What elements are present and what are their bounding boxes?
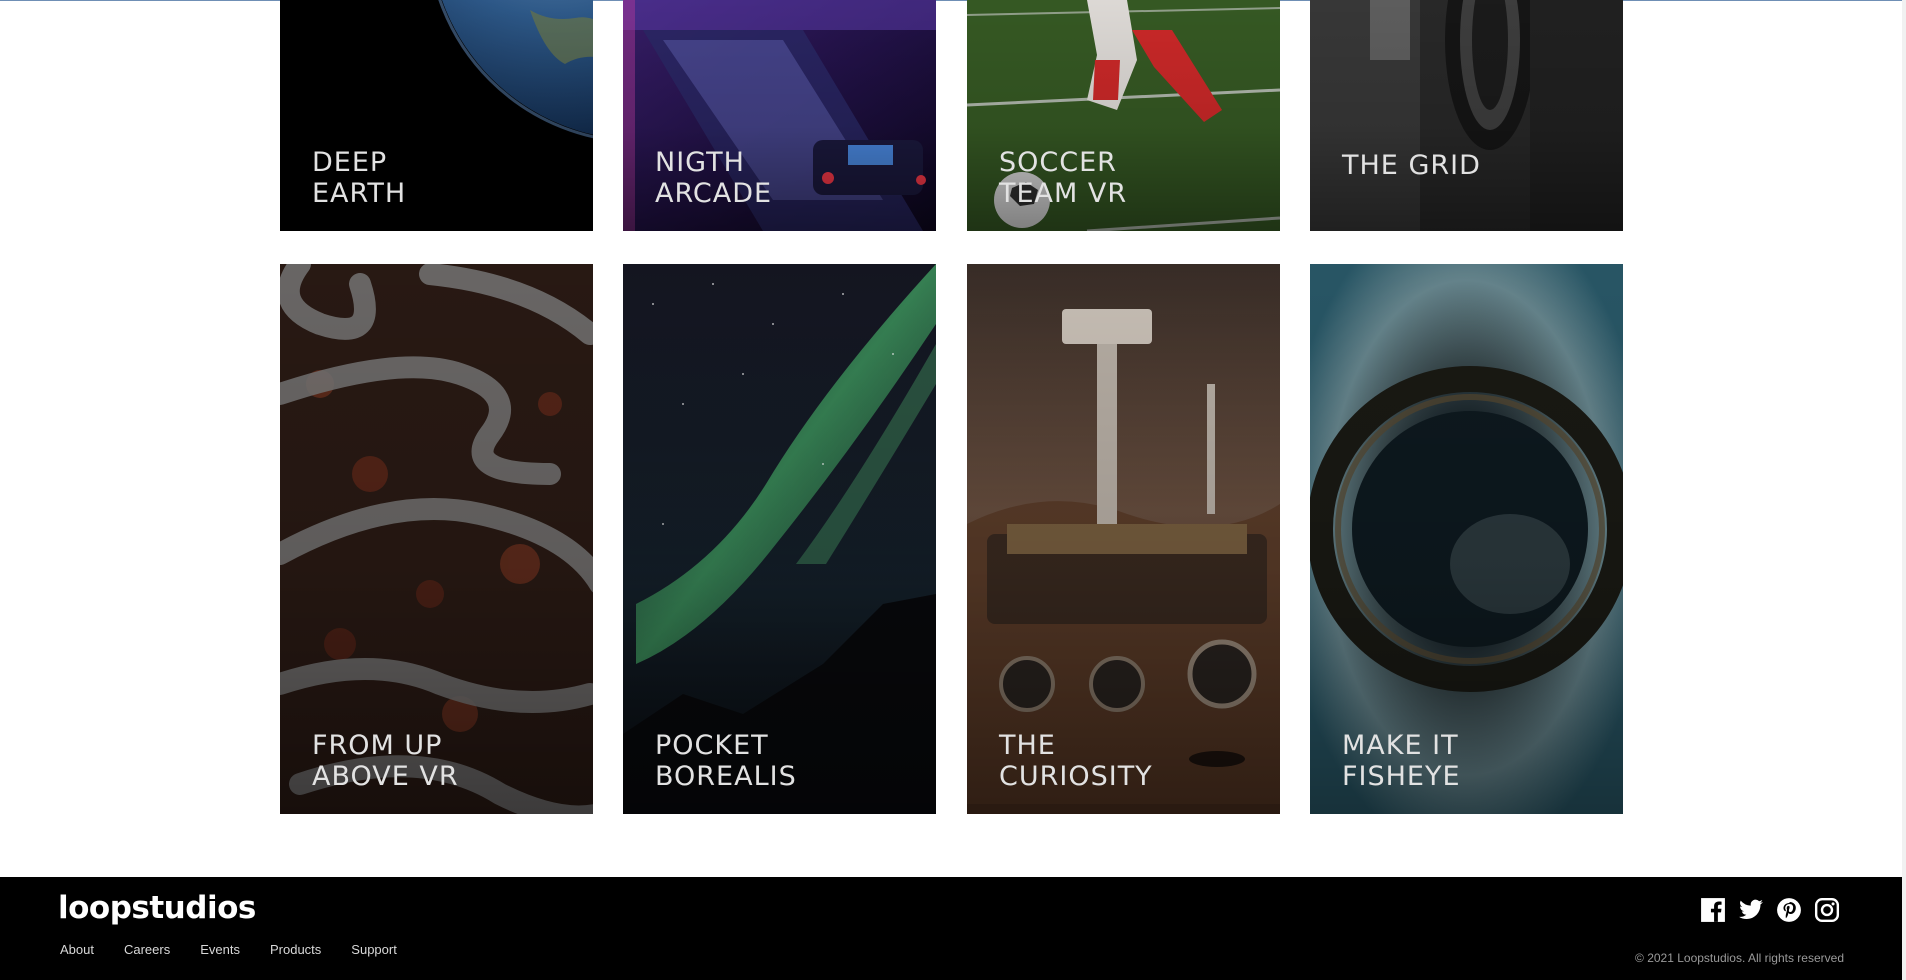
card-title-line: SOCCER xyxy=(999,147,1117,178)
card-title: THE GRID xyxy=(1342,150,1481,181)
creation-card-pocket-borealis[interactable]: POCKET BOREALIS xyxy=(623,264,936,814)
page: DEEP EARTH NIGTH ARCADE SOCCER TEAM VR T… xyxy=(0,0,1906,980)
creation-card-the-grid[interactable]: THE GRID xyxy=(1310,0,1623,231)
creation-card-the-curiosity[interactable]: THE CURIOSITY xyxy=(967,264,1280,814)
facebook-icon[interactable] xyxy=(1700,897,1726,923)
creation-card-nigth-arcade[interactable]: NIGTH ARCADE xyxy=(623,0,936,231)
pinterest-icon[interactable] xyxy=(1776,897,1802,923)
card-title: THE CURIOSITY xyxy=(999,730,1153,792)
social-links xyxy=(1700,897,1852,923)
card-title-line: FISHEYE xyxy=(1342,761,1461,792)
card-title-line: NIGTH xyxy=(655,147,745,178)
card-title: MAKE IT FISHEYE xyxy=(1342,730,1461,792)
footer-link-careers[interactable]: Careers xyxy=(124,942,170,957)
footer-nav: About Careers Events Products Support xyxy=(60,942,427,957)
card-title-line: FROM UP xyxy=(312,730,443,761)
card-title-line: THE GRID xyxy=(1342,150,1481,181)
card-title-line: BOREALIS xyxy=(655,761,797,792)
card-title-line: CURIOSITY xyxy=(999,761,1153,792)
card-title-line: ABOVE VR xyxy=(312,761,459,792)
creation-card-deep-earth[interactable]: DEEP EARTH xyxy=(280,0,593,231)
scrollbar-track[interactable] xyxy=(1902,0,1906,980)
card-title: FROM UP ABOVE VR xyxy=(312,730,459,792)
card-title-line: ARCADE xyxy=(655,178,773,209)
footer-logo[interactable]: loopstudios xyxy=(58,890,256,926)
twitter-icon[interactable] xyxy=(1738,897,1764,923)
footer-link-products[interactable]: Products xyxy=(270,942,321,957)
creation-card-from-up-above-vr[interactable]: FROM UP ABOVE VR xyxy=(280,264,593,814)
site-footer: loopstudios About Careers Events Product… xyxy=(0,877,1902,980)
card-title-line: DEEP xyxy=(312,147,388,178)
card-shade xyxy=(1310,0,1623,231)
card-title-line: THE xyxy=(999,730,1056,761)
card-title: SOCCER TEAM VR xyxy=(999,147,1127,209)
card-title-line: MAKE IT xyxy=(1342,730,1459,761)
copyright-text: © 2021 Loopstudios. All rights reserved xyxy=(1635,951,1844,965)
card-title: NIGTH ARCADE xyxy=(655,147,772,209)
creation-card-make-it-fisheye[interactable]: MAKE IT FISHEYE xyxy=(1310,264,1623,814)
instagram-icon[interactable] xyxy=(1814,897,1840,923)
footer-link-support[interactable]: Support xyxy=(351,942,397,957)
card-title: POCKET BOREALIS xyxy=(655,730,797,792)
footer-link-about[interactable]: About xyxy=(60,942,94,957)
card-title: DEEP EARTH xyxy=(312,147,406,209)
card-title-line: TEAM VR xyxy=(999,178,1128,209)
footer-link-events[interactable]: Events xyxy=(200,942,240,957)
card-title-line: POCKET xyxy=(655,730,769,761)
card-title-line: EARTH xyxy=(312,178,407,209)
creation-card-soccer-team-vr[interactable]: SOCCER TEAM VR xyxy=(967,0,1280,231)
